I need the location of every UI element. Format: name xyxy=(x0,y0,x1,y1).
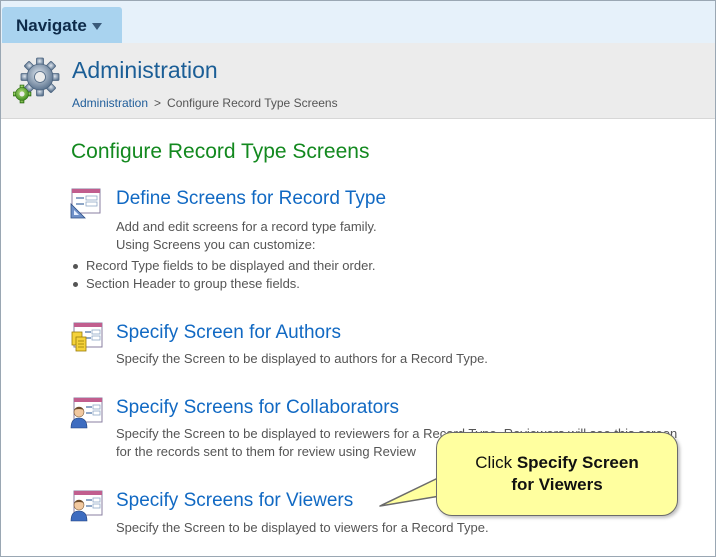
instruction-callout: Click Specify Screen for Viewers xyxy=(436,432,678,516)
define-screens-bullets: Record Type fields to be displayed and t… xyxy=(70,257,376,293)
breadcrumb: Administration > Configure Record Type S… xyxy=(72,96,338,110)
breadcrumb-current: Configure Record Type Screens xyxy=(167,96,338,110)
navigate-label: Navigate xyxy=(16,15,87,35)
gears-icon xyxy=(12,56,63,106)
define-screens-link[interactable]: Define Screens for Record Type xyxy=(116,188,386,210)
viewers-screen-icon xyxy=(70,490,104,522)
callout-prefix: Click xyxy=(475,453,517,472)
define-screens-desc-2: Using Screens you can customize: xyxy=(116,237,316,252)
define-screens-desc-1: Add and edit screens for a record type f… xyxy=(116,219,377,234)
specify-authors-link[interactable]: Specify Screen for Authors xyxy=(116,322,341,344)
caret-down-icon xyxy=(91,23,102,30)
specify-authors-desc: Specify the Screen to be displayed to au… xyxy=(116,351,488,366)
admin-header: Administration Administration > Configur… xyxy=(1,43,715,119)
bullet-item: Section Header to group these fields. xyxy=(70,275,376,293)
specify-collaborators-link[interactable]: Specify Screens for Collaborators xyxy=(116,397,399,419)
collaborators-screen-icon xyxy=(70,397,104,429)
page-title: Administration xyxy=(72,57,218,83)
callout-tail-mask xyxy=(437,460,467,486)
bullet-item: Record Type fields to be displayed and t… xyxy=(70,257,376,275)
authors-screen-icon xyxy=(70,322,104,354)
screen-edit-icon xyxy=(70,188,104,220)
section-title: Configure Record Type Screens xyxy=(71,140,370,163)
callout-bold-1: Specify Screen xyxy=(516,453,639,472)
breadcrumb-administration-link[interactable]: Administration xyxy=(72,96,148,110)
callout-bold-2: for Viewers xyxy=(511,475,603,494)
navigate-menu-button[interactable]: Navigate xyxy=(2,7,122,44)
breadcrumb-separator: > xyxy=(154,96,162,110)
specify-collaborators-desc-2: for the records sent to them for review … xyxy=(116,444,416,459)
specify-viewers-link[interactable]: Specify Screens for Viewers xyxy=(116,490,353,512)
top-nav-bar: Navigate xyxy=(1,1,715,44)
